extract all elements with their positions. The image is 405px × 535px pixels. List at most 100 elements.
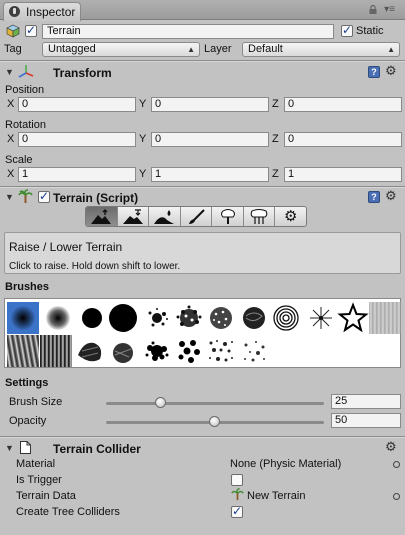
- layer-dropdown[interactable]: Default ▲: [242, 42, 400, 57]
- opacity-field[interactable]: 50: [331, 413, 401, 428]
- brush-hatch[interactable]: [7, 335, 39, 367]
- rotation-z-field[interactable]: 0: [284, 132, 402, 147]
- tab-inspector[interactable]: Inspector: [3, 2, 81, 21]
- tool-help-box: Raise / Lower Terrain Click to raise. Ho…: [4, 232, 401, 274]
- inspector-footer: [0, 524, 405, 535]
- terrain-script-foldout-icon[interactable]: ▼: [5, 192, 14, 202]
- lock-icon[interactable]: [369, 5, 377, 14]
- terrain-collider-title: Terrain Collider: [53, 442, 141, 456]
- static-checkbox[interactable]: [341, 23, 353, 37]
- transform-title: Transform: [53, 66, 112, 80]
- object-picker-icon[interactable]: [393, 461, 400, 468]
- palm-tree-icon: [231, 488, 244, 501]
- brush-size-slider[interactable]: [106, 402, 324, 405]
- terrain-script-title: Terrain (Script): [53, 191, 139, 205]
- scale-y-field[interactable]: 1: [151, 167, 269, 182]
- axis-z-label: Z: [272, 168, 279, 180]
- is-trigger-checkbox[interactable]: [231, 474, 243, 486]
- object-picker-icon[interactable]: [393, 493, 400, 500]
- smooth-height-icon: [154, 209, 175, 224]
- position-z-field[interactable]: 0: [284, 97, 402, 112]
- document-icon: [20, 441, 31, 454]
- gear-icon: ⚙: [284, 208, 298, 225]
- brush-splatter[interactable]: [141, 302, 173, 334]
- brush-selected[interactable]: [7, 302, 39, 334]
- gameobject-cube-icon: [6, 24, 20, 38]
- raise-lower-tool-button[interactable]: [86, 207, 118, 226]
- position-x-field[interactable]: 0: [18, 97, 136, 112]
- axis-x-label: X: [7, 98, 15, 110]
- gear-icon[interactable]: ⚙: [385, 64, 397, 77]
- brush-noise[interactable]: [173, 302, 205, 334]
- brushes-label: Brushes: [5, 281, 50, 293]
- brush-star[interactable]: [337, 302, 369, 334]
- axis-y-label: Y: [139, 98, 147, 110]
- tab-menu-icon[interactable]: ▾≡: [384, 4, 395, 15]
- terrain-settings-tool-button[interactable]: ⚙: [275, 207, 306, 226]
- help-icon[interactable]: ?: [368, 66, 380, 78]
- brush-hard-round-large[interactable]: [107, 302, 139, 334]
- brush-size-slider-handle[interactable]: [154, 397, 166, 408]
- rotation-x-field[interactable]: 0: [18, 132, 136, 147]
- brush-fuzzy[interactable]: [107, 335, 139, 367]
- paint-height-tool-button[interactable]: [118, 207, 150, 226]
- brush-hard-round-medium[interactable]: [76, 302, 108, 334]
- rotation-label: Rotation: [5, 119, 46, 131]
- dropdown-arrow-icon: ▲: [387, 45, 395, 54]
- tag-dropdown[interactable]: Untagged ▲: [42, 42, 200, 57]
- settings-label: Settings: [5, 377, 49, 389]
- brush-scribble[interactable]: [238, 302, 270, 334]
- brush-starburst[interactable]: [305, 302, 337, 334]
- opacity-slider-handle[interactable]: [209, 416, 220, 427]
- terrain-tool-toolbar: ⚙: [85, 206, 307, 227]
- brush-size-label: Brush Size: [9, 396, 63, 408]
- paint-details-tool-button[interactable]: [244, 207, 276, 226]
- layer-label: Layer: [204, 43, 232, 55]
- brush-big-dots[interactable]: [173, 335, 205, 367]
- position-y-field[interactable]: 0: [151, 97, 269, 112]
- name-field[interactable]: Terrain: [42, 24, 334, 39]
- brush-swirl[interactable]: [270, 302, 302, 334]
- gear-icon[interactable]: ⚙: [385, 189, 397, 202]
- smooth-height-tool-button[interactable]: [149, 207, 181, 226]
- brush-dots-cluster[interactable]: [141, 335, 173, 367]
- material-value[interactable]: None (Physic Material): [230, 458, 341, 471]
- brush-scatter[interactable]: [205, 335, 237, 367]
- axis-x-label: X: [7, 133, 15, 145]
- transform-foldout-icon[interactable]: ▼: [5, 67, 14, 77]
- brush-size-field[interactable]: 25: [331, 394, 401, 409]
- axis-z-label: Z: [272, 133, 279, 145]
- terrain-script-enabled-checkbox[interactable]: [38, 189, 50, 203]
- scale-x-field[interactable]: 1: [18, 167, 136, 182]
- axis-x-label: X: [7, 168, 15, 180]
- axis-y-label: Y: [139, 168, 147, 180]
- paint-texture-tool-button[interactable]: [181, 207, 213, 226]
- terrain-data-value[interactable]: New Terrain: [247, 490, 306, 503]
- is-trigger-label: Is Trigger: [16, 474, 62, 486]
- brush-rough[interactable]: [74, 335, 106, 367]
- place-trees-tool-button[interactable]: [212, 207, 244, 226]
- create-tree-colliders-label: Create Tree Colliders: [16, 506, 120, 518]
- rotation-y-field[interactable]: 0: [151, 132, 269, 147]
- gear-icon[interactable]: ⚙: [385, 440, 397, 453]
- brush-grain[interactable]: [369, 302, 401, 334]
- axis-z-label: Z: [272, 98, 279, 110]
- raise-terrain-icon: [91, 208, 112, 224]
- help-icon[interactable]: ?: [368, 191, 380, 203]
- brush-soft-round[interactable]: [42, 302, 74, 334]
- transform-axes-icon: [18, 65, 34, 78]
- brush-vertical-lines[interactable]: [40, 335, 72, 367]
- scale-z-field[interactable]: 1: [284, 167, 402, 182]
- terrain-collider-foldout-icon[interactable]: ▼: [5, 443, 14, 453]
- active-checkbox[interactable]: [25, 23, 37, 37]
- brush-speckle[interactable]: [205, 302, 237, 334]
- info-icon: [9, 6, 20, 17]
- position-label: Position: [5, 84, 45, 96]
- divider: [0, 61, 405, 62]
- create-tree-colliders-checkbox[interactable]: [231, 504, 243, 518]
- terrain-data-label: Terrain Data: [16, 490, 76, 502]
- flowers-icon: [250, 208, 268, 224]
- tree-icon: [220, 208, 235, 224]
- brush-sparse[interactable]: [238, 335, 270, 367]
- tab-label: Inspector: [26, 5, 76, 19]
